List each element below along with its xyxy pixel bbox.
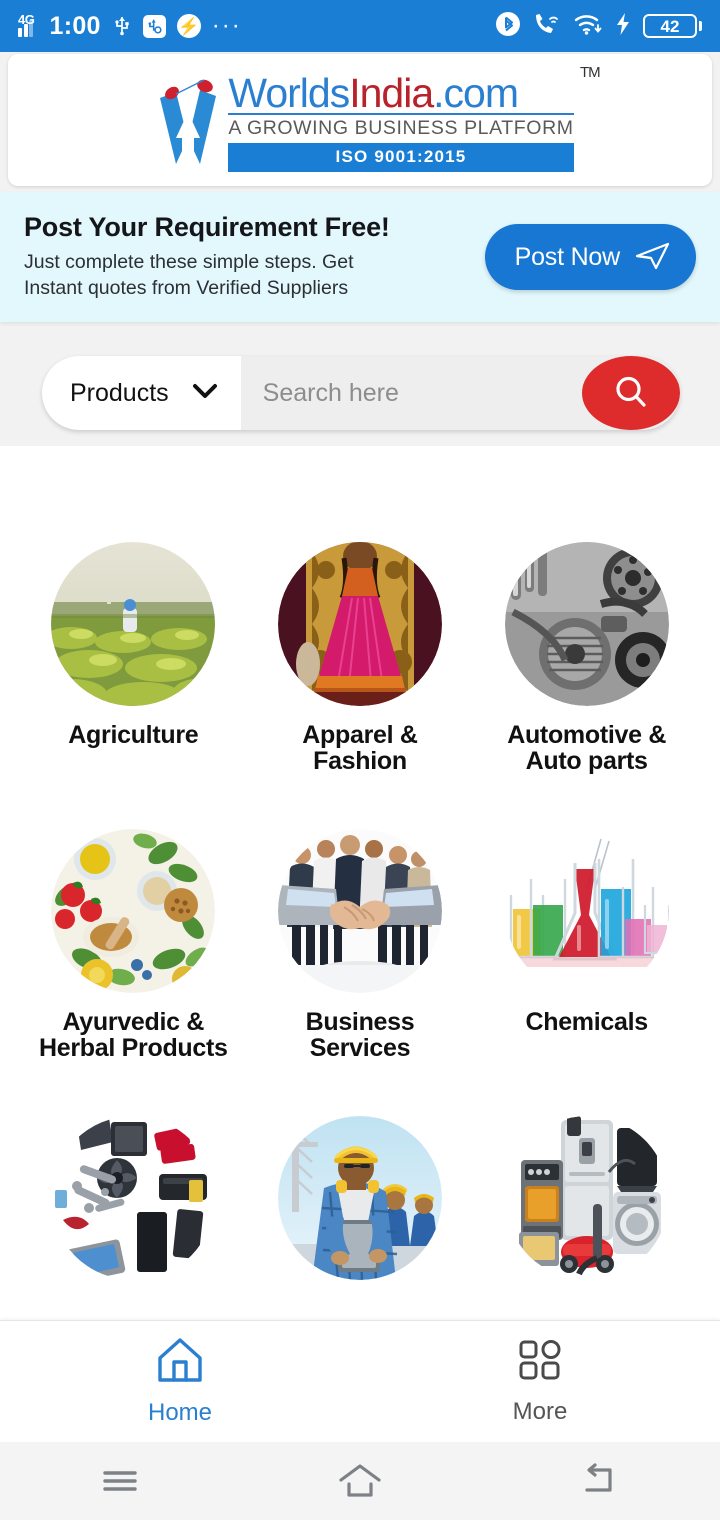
- category-label: Agriculture: [68, 721, 199, 749]
- category-item-ayurvedic-herbal[interactable]: Ayurvedic & Herbal Products: [20, 829, 247, 1116]
- category-item-home-appliances[interactable]: [473, 1116, 700, 1326]
- category-item-apparel-fashion[interactable]: Apparel & Fashion: [247, 542, 474, 829]
- apparel-image: [277, 542, 442, 706]
- post-now-label: Post Now: [514, 242, 621, 271]
- brand-tagline: A GROWING BUSINESS PLATFORM: [228, 117, 574, 140]
- category-label: Chemicals: [525, 1008, 648, 1036]
- usb-icon: [112, 12, 132, 41]
- computer-hardware-image: [51, 1116, 216, 1280]
- promo-title: Post Your Requirement Free!: [24, 212, 390, 243]
- home-icon[interactable]: [240, 1462, 480, 1500]
- promo-text-block: Post Your Requirement Free! Just complet…: [24, 212, 390, 301]
- search-category-label: Products: [70, 378, 169, 407]
- business-services-image: [277, 829, 442, 993]
- app-root: 4G 1:00 ⚡ ··· 42 WorldsIndia.com TM A GR…: [0, 0, 720, 1520]
- nav-item-more[interactable]: More: [360, 1337, 720, 1426]
- brand-part-domain: .com: [433, 69, 519, 116]
- search-section: Products: [42, 356, 680, 430]
- agriculture-image: [51, 542, 216, 706]
- ayurvedic-image: [51, 829, 216, 993]
- category-item-construction[interactable]: [247, 1116, 474, 1326]
- category-label: Business Services: [305, 1008, 415, 1063]
- nav-label-more: More: [512, 1398, 568, 1425]
- bottom-navigation: Home More: [0, 1320, 720, 1442]
- grid-more-icon: [516, 1337, 564, 1388]
- bluetooth-icon: [495, 11, 521, 42]
- promo-banner: Post Your Requirement Free! Just complet…: [0, 192, 720, 322]
- logo-mark-icon: [146, 68, 230, 168]
- status-bar: 4G 1:00 ⚡ ··· 42: [0, 0, 720, 52]
- promo-subtitle-line2: Instant quotes from Verified Suppliers: [24, 277, 349, 299]
- signal-icon: 4G: [18, 12, 39, 37]
- category-item-computer-hardware[interactable]: [20, 1116, 247, 1326]
- chemicals-image: [504, 829, 669, 993]
- promo-subtitle: Just complete these simple steps. Get In…: [24, 250, 390, 301]
- category-grid-area: Agriculture Apparel & Fashion Automotive…: [0, 446, 720, 1326]
- wifi-calling-icon: [533, 11, 561, 41]
- overflow-dots-icon: ···: [211, 11, 242, 39]
- chevron-down-icon: [191, 382, 219, 405]
- category-label: Ayurvedic & Herbal Products: [39, 1008, 228, 1063]
- iso-certification-badge: ISO 9001:2015: [228, 143, 574, 173]
- back-icon[interactable]: [480, 1463, 720, 1499]
- status-bar-clock: 1:00: [49, 11, 101, 40]
- category-label: Automotive & Auto parts: [507, 721, 667, 776]
- logo-text-block: WorldsIndia.com TM A GROWING BUSINESS PLA…: [228, 64, 601, 173]
- construction-image: [277, 1116, 442, 1280]
- post-now-button[interactable]: Post Now: [484, 224, 696, 290]
- home-appliances-image: [504, 1116, 669, 1280]
- brand-name: WorldsIndia.com TM: [228, 64, 600, 113]
- search-button[interactable]: [582, 356, 680, 430]
- recents-menu-icon[interactable]: [0, 1464, 240, 1498]
- network-type-label: 4G: [18, 12, 35, 27]
- worldsindia-logo[interactable]: WorldsIndia.com TM A GROWING BUSINESS PLA…: [146, 64, 601, 173]
- automotive-image: [504, 542, 669, 706]
- search-icon: [609, 370, 653, 417]
- nav-label-home: Home: [147, 1399, 213, 1426]
- app-header: WorldsIndia.com TM A GROWING BUSINESS PLA…: [8, 54, 712, 186]
- wifi-icon: [573, 12, 603, 41]
- brand-part-worlds: Worlds: [228, 69, 350, 116]
- send-icon: [634, 241, 672, 274]
- home-icon: [154, 1336, 206, 1389]
- search-bar: Products: [42, 356, 680, 430]
- status-bar-right: 42: [495, 11, 702, 42]
- category-label: Apparel & Fashion: [302, 721, 418, 776]
- promo-subtitle-line1: Just complete these simple steps. Get: [24, 251, 354, 274]
- category-item-business-services[interactable]: Business Services: [247, 829, 474, 1116]
- charging-bolt-icon: [615, 12, 631, 41]
- messenger-icon: ⚡: [176, 14, 201, 38]
- android-system-nav: [0, 1442, 720, 1520]
- category-item-agriculture[interactable]: Agriculture: [20, 542, 247, 829]
- nav-item-home[interactable]: Home: [0, 1336, 360, 1427]
- battery-level-label: 42: [660, 16, 680, 36]
- status-bar-left: 4G 1:00 ⚡ ···: [18, 12, 242, 41]
- trademark-symbol: TM: [579, 63, 601, 81]
- brand-part-india: India: [349, 69, 434, 116]
- category-item-chemicals[interactable]: Chemicals: [473, 829, 700, 1116]
- search-category-dropdown[interactable]: Products: [42, 356, 241, 430]
- usb-debugging-icon: [142, 14, 166, 38]
- category-item-automotive[interactable]: Automotive & Auto parts: [473, 542, 700, 829]
- battery-icon: 42: [643, 14, 702, 38]
- category-grid: Agriculture Apparel & Fashion Automotive…: [0, 446, 720, 1326]
